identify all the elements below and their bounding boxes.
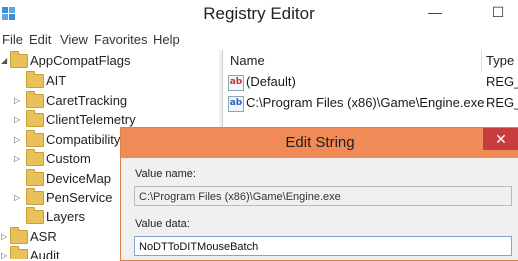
list-item-engine-exe[interactable]: ab C:\Program Files (x86)\Game\Engine.ex… [228,93,518,113]
column-separator[interactable] [481,50,482,72]
dialog-title-bar[interactable]: Edit String ✕ [121,128,518,158]
folder-icon [26,71,44,88]
folder-icon [26,91,44,108]
folder-icon [26,169,44,186]
menu-help[interactable]: Help [153,32,180,47]
list-item-default[interactable]: ab (Default) REG_ [228,72,518,92]
menu-view[interactable]: View [60,32,88,47]
column-header-name[interactable]: Name [230,50,265,72]
window-title-bar: Registry Editor — ☐ [0,0,518,30]
chevron-right-icon[interactable]: ▷ [14,91,20,110]
folder-icon [26,188,44,205]
folder-icon [26,110,44,127]
chevron-right-icon[interactable]: ▷ [1,246,7,259]
folder-icon [26,130,44,147]
menu-favorites[interactable]: Favorites [94,32,147,47]
chevron-right-icon[interactable]: ▷ [14,110,20,129]
maximize-button[interactable]: ☐ [482,0,514,24]
chevron-down-icon[interactable]: ◢ [1,51,7,70]
menu-edit[interactable]: Edit [29,32,51,47]
close-icon[interactable]: ✕ [483,128,518,150]
minimize-button[interactable]: — [420,0,450,24]
value-name-label: Value name: [135,168,196,180]
folder-icon [26,207,44,224]
dialog-body: Value name: C:\Program Files (x86)\Game\… [121,158,518,260]
menu-file[interactable]: File [2,32,23,47]
folder-open-icon [10,51,28,68]
value-data-input[interactable]: NoDTToDITMouseBatch [134,236,512,256]
string-value-icon: ab [228,96,244,112]
chevron-right-icon[interactable]: ▷ [1,227,7,246]
value-data-label: Value data: [135,218,190,230]
string-value-icon: ab [228,75,244,91]
menu-bar: File Edit View Favorites Help [0,30,518,50]
folder-icon [10,227,28,244]
chevron-right-icon[interactable]: ▷ [14,149,20,168]
folder-icon [26,149,44,166]
column-header-type[interactable]: Type [486,50,514,72]
edit-string-dialog: Edit String ✕ Value name: C:\Program Fil… [120,127,518,261]
chevron-right-icon[interactable]: ▷ [14,188,20,207]
dialog-title: Edit String [285,134,355,151]
folder-icon [10,246,28,259]
value-name-field[interactable]: C:\Program Files (x86)\Game\Engine.exe [134,186,512,206]
chevron-right-icon[interactable]: ▷ [14,130,20,149]
